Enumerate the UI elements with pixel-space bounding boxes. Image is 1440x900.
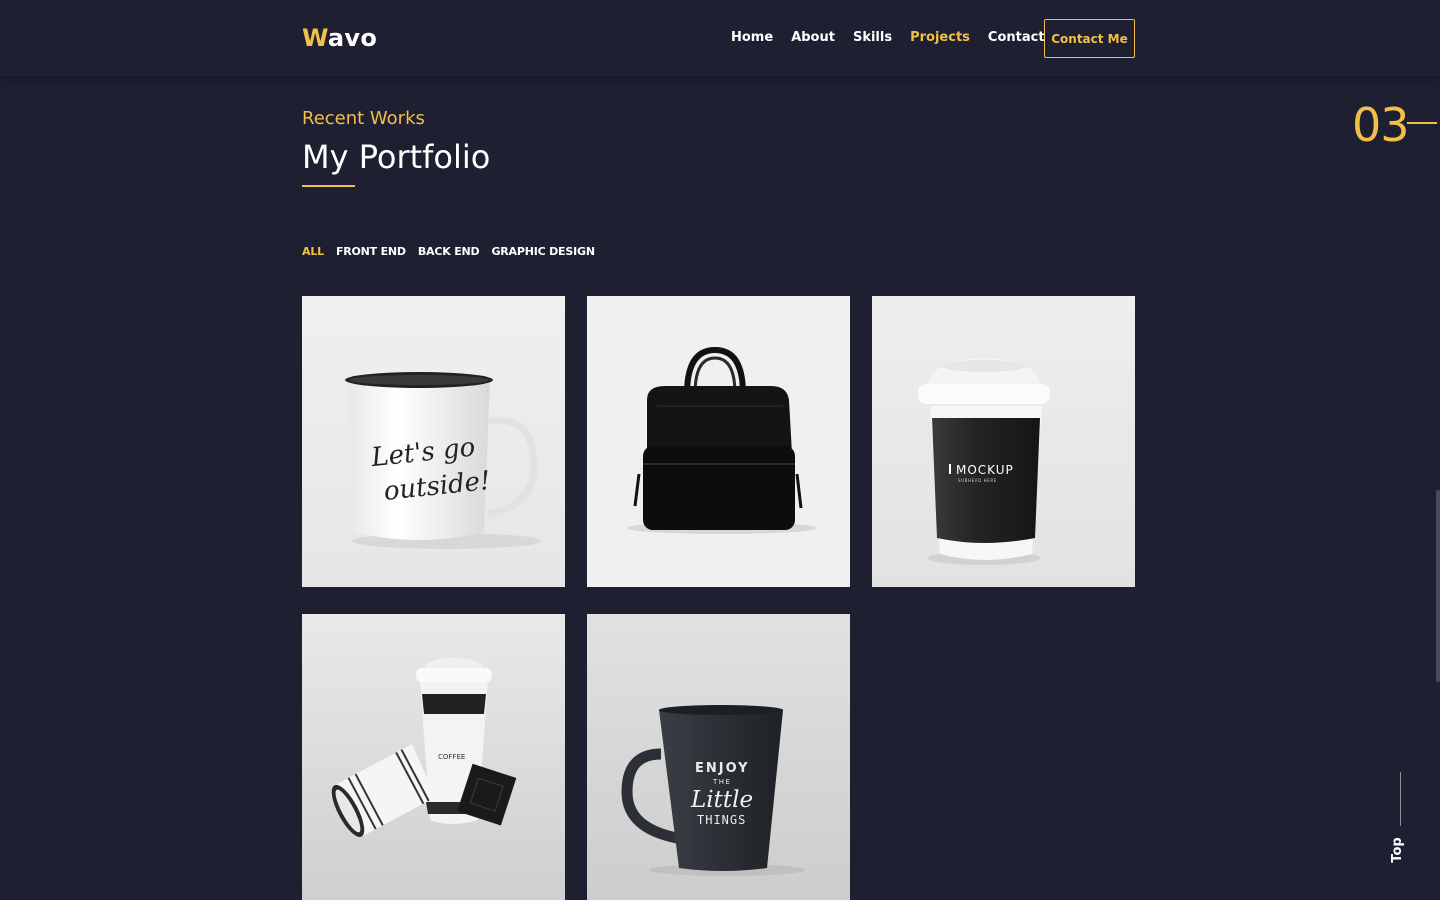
coffee-cups-set-image: COFFEE: [302, 614, 565, 900]
nav-projects[interactable]: Projects: [910, 30, 970, 45]
logo-accent-letter: W: [302, 24, 328, 52]
mug-text-little: Little: [690, 787, 753, 813]
section-number: 03: [1352, 98, 1410, 152]
scrollbar[interactable]: [1435, 77, 1440, 900]
cup-subtext: SUBHEAD HERE: [958, 478, 997, 483]
page-title: My Portfolio: [302, 138, 491, 176]
nav-about[interactable]: About: [791, 30, 835, 45]
site-header: Wavo Home About Skills Projects Contact …: [0, 0, 1440, 77]
section-number-line: [1407, 122, 1437, 124]
cup-text: MOCKUP: [956, 463, 1014, 477]
scrollbar-thumb[interactable]: [1436, 490, 1440, 682]
filter-all[interactable]: ALL: [302, 245, 324, 258]
nav-skills[interactable]: Skills: [853, 30, 892, 45]
filter-graphic-design[interactable]: GRAPHIC DESIGN: [491, 245, 595, 258]
mug-text-the: THE: [712, 778, 731, 786]
mug-text-things: THINGS: [697, 813, 746, 827]
back-to-top-link[interactable]: Top: [1390, 833, 1410, 867]
mug-text-enjoy: ENJOY: [695, 761, 750, 776]
filter-back-end[interactable]: BACK END: [418, 245, 480, 258]
logo-text: avo: [327, 24, 378, 52]
portfolio-item-backpack[interactable]: [587, 296, 850, 587]
nav-home[interactable]: Home: [731, 30, 773, 45]
portfolio-item-coffee-cups-set[interactable]: COFFEE: [302, 614, 565, 900]
nav-contact[interactable]: Contact: [988, 30, 1045, 45]
backpack-image: [587, 296, 850, 587]
page: Wavo Home About Skills Projects Contact …: [0, 0, 1440, 900]
portfolio-item-enamel-mug[interactable]: Let's go outside!: [302, 296, 565, 587]
portfolio-item-coffee-cup[interactable]: MOCKUP SUBHEAD HERE: [872, 296, 1135, 587]
main-nav: Home About Skills Projects Contact: [731, 30, 1045, 45]
portfolio-item-dark-mug[interactable]: ENJOY THE Little THINGS: [587, 614, 850, 900]
back-to-top-line: [1400, 772, 1401, 826]
section-subtitle: Recent Works: [302, 108, 425, 129]
dark-mug-image: ENJOY THE Little THINGS: [587, 614, 850, 900]
coffee-cup-image: MOCKUP SUBHEAD HERE: [872, 296, 1135, 587]
cup-logo-mark: [949, 464, 951, 474]
title-underline: [302, 185, 355, 187]
filter-front-end[interactable]: FRONT END: [336, 245, 406, 258]
portfolio-filters: ALL FRONT END BACK END GRAPHIC DESIGN: [302, 245, 595, 258]
contact-me-button[interactable]: Contact Me: [1044, 19, 1135, 58]
enamel-mug-image: Let's go outside!: [302, 296, 565, 587]
cup-set-text: COFFEE: [438, 753, 465, 761]
logo[interactable]: Wavo: [302, 24, 377, 52]
